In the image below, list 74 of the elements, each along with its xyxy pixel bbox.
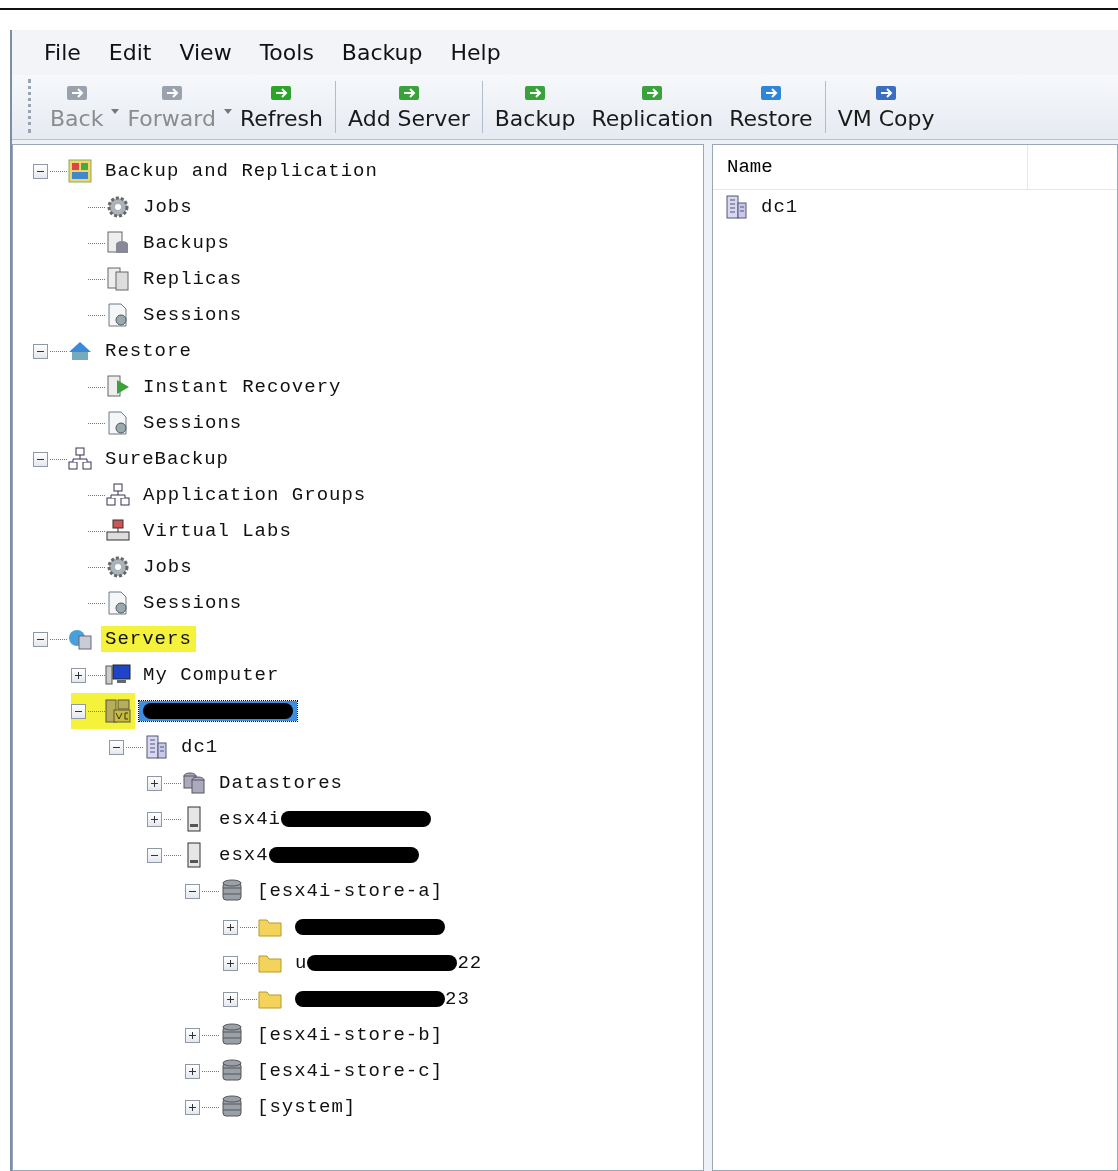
collapse-toggle[interactable] (33, 451, 48, 467)
vc-server-icon (105, 698, 131, 724)
tree-item[interactable]: Backup and Replication (101, 158, 382, 184)
database-icon (219, 878, 245, 904)
tree-item[interactable]: Virtual Labs (139, 518, 296, 544)
expand-toggle[interactable] (223, 991, 238, 1007)
expand-toggle[interactable] (185, 1099, 200, 1115)
tree-item[interactable]: dc1 (177, 734, 223, 760)
toolbar-button[interactable]: Refresh (231, 80, 331, 133)
menu-item[interactable]: Edit (96, 36, 164, 69)
tree-item[interactable]: [esx4i-store-c] (253, 1058, 448, 1084)
tree-item[interactable]: Instant Recovery (139, 374, 346, 400)
tree-item[interactable]: 23 (291, 986, 474, 1012)
databases-icon (181, 770, 207, 796)
tree-item[interactable]: esx4 (215, 842, 423, 868)
tree-item[interactable]: Restore (101, 338, 196, 364)
hierarchy-icon (67, 446, 93, 472)
play-document-icon (105, 374, 131, 400)
toolbar-button[interactable]: Replication (583, 80, 722, 133)
gear-icon (105, 554, 131, 580)
app-window-icon (67, 158, 93, 184)
tree-item[interactable]: Replicas (139, 266, 247, 292)
collapse-toggle[interactable] (33, 631, 48, 647)
database-document-icon (105, 230, 131, 256)
tree-item[interactable]: Datastores (215, 770, 348, 796)
collapse-toggle[interactable] (71, 703, 86, 719)
expand-toggle[interactable] (185, 1063, 200, 1079)
menu-item[interactable]: File (32, 36, 93, 69)
tree-item[interactable]: [system] (253, 1094, 361, 1120)
tree-item[interactable]: Jobs (139, 194, 197, 220)
expand-toggle[interactable] (223, 919, 238, 935)
menu-item[interactable]: Tools (247, 36, 326, 69)
building-icon (723, 194, 749, 220)
tree-item[interactable]: Jobs (139, 554, 197, 580)
expand-toggle[interactable] (147, 775, 162, 791)
collapse-toggle[interactable] (33, 163, 48, 179)
toolbar-button[interactable]: Backup (486, 80, 584, 133)
gear-icon (105, 194, 131, 220)
list-item[interactable]: dc1 (757, 194, 803, 220)
tree-item[interactable]: Servers (101, 626, 196, 652)
tree-item[interactable]: u 22 (291, 950, 487, 976)
tree-item[interactable]: [esx4i-store-a] (253, 878, 448, 904)
tree-item[interactable]: SureBackup (101, 446, 234, 472)
tree-item[interactable]: My Computer (139, 662, 284, 688)
toolbar-button[interactable]: Add Server (340, 80, 478, 133)
computer-icon (105, 662, 131, 688)
collapse-toggle[interactable] (109, 739, 124, 755)
network-lab-icon (105, 518, 131, 544)
database-icon (219, 1094, 245, 1120)
tree-item[interactable]: [esx4i-store-b] (253, 1022, 448, 1048)
collapse-toggle[interactable] (33, 343, 48, 359)
menu-item[interactable]: Help (438, 36, 513, 69)
expand-toggle[interactable] (185, 1027, 200, 1043)
menu-item[interactable]: View (167, 36, 244, 69)
tree-item[interactable]: Sessions (139, 590, 247, 616)
documents-icon (105, 266, 131, 292)
tree-item[interactable]: esx4i (215, 806, 435, 832)
column-header[interactable]: Name (713, 145, 1028, 189)
tree-item[interactable]: Backups (139, 230, 234, 256)
collapse-toggle[interactable] (185, 883, 200, 899)
database-icon (219, 1058, 245, 1084)
toolbar-button[interactable]: Restore (721, 80, 821, 133)
tree-item[interactable]: Application Groups (139, 482, 371, 508)
expand-toggle[interactable] (223, 955, 238, 971)
hierarchy-icon (105, 482, 131, 508)
expand-toggle[interactable] (147, 811, 162, 827)
toolbar-button[interactable]: VM Copy (829, 80, 943, 133)
menu-item[interactable]: Backup (329, 36, 435, 69)
building-icon (143, 734, 169, 760)
expand-toggle[interactable] (71, 667, 86, 683)
collapse-toggle[interactable] (147, 847, 162, 863)
tree-item[interactable]: Sessions (139, 410, 247, 436)
tree-item[interactable]: Sessions (139, 302, 247, 328)
database-icon (219, 1022, 245, 1048)
